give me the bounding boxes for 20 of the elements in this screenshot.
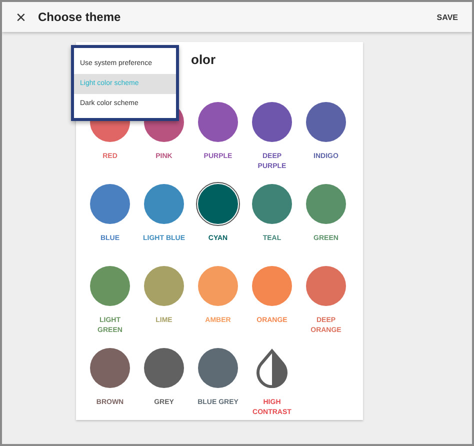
color-swatch[interactable] <box>198 266 238 306</box>
card-title: olor <box>191 52 216 67</box>
color-swatch[interactable] <box>144 266 184 306</box>
color-swatch[interactable] <box>198 184 238 224</box>
color-swatch[interactable] <box>198 102 238 142</box>
color-swatch[interactable] <box>144 184 184 224</box>
color-swatch[interactable] <box>252 102 292 142</box>
window-title: Choose theme <box>38 10 122 24</box>
color-swatch[interactable] <box>144 348 184 388</box>
close-button[interactable]: × <box>14 8 28 26</box>
color-swatch[interactable] <box>306 266 346 306</box>
color-swatch[interactable] <box>90 348 130 388</box>
color-swatch[interactable] <box>252 266 292 306</box>
color-swatch[interactable] <box>90 184 130 224</box>
color-swatch[interactable] <box>90 266 130 306</box>
color-swatch[interactable] <box>252 184 292 224</box>
color-swatch[interactable] <box>198 348 238 388</box>
color-swatch[interactable] <box>306 184 346 224</box>
save-button[interactable]: SAVE <box>436 12 458 22</box>
color-swatch[interactable] <box>306 102 346 142</box>
